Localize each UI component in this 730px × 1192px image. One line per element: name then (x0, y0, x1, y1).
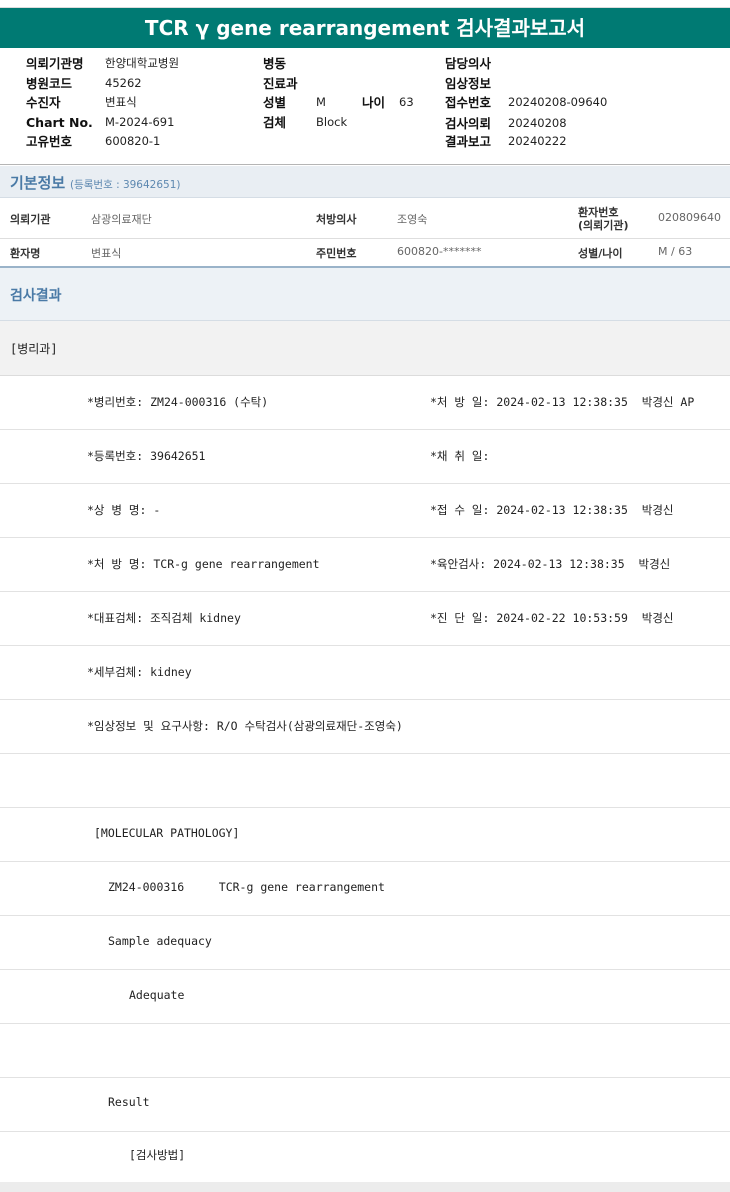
blank-line (0, 1024, 730, 1078)
result-line: *대표검체: 조직검체 kidney *진 단 일: 2024-02-22 10… (0, 592, 730, 646)
chart-no-label: Chart No. (26, 114, 93, 130)
result-line: *처 방 명: TCR-g gene rearrangement *육안검사: … (0, 538, 730, 592)
sample-adequacy-heading: Sample adequacy (108, 934, 212, 948)
patient-value: 변표식 (105, 95, 137, 109)
blank-line (0, 754, 730, 808)
report-date-label: 결과보고 (445, 134, 492, 149)
report-line: [MOLECULAR PATHOLOGY] (0, 808, 730, 862)
diagnosis-date: *진 단 일: 2024-02-22 10:53:59 박경신 (430, 611, 674, 625)
request-date-label: 검사의뢰 (445, 116, 492, 131)
requesting-org-label: 의뢰기관 (10, 213, 51, 226)
receipt-date: *접 수 일: 2024-02-13 12:38:35 박경신 (430, 503, 674, 517)
registration-line: *등록번호: 39642651 (87, 449, 206, 463)
report-line: [검사방법] (0, 1132, 730, 1182)
sample-adequacy-value: Adequate (129, 988, 185, 1002)
basic-info-title: 기본정보 (10, 174, 66, 192)
header-info: 의뢰기관명 한양대학교병원 병원코드 45262 수진자 변표식 Chart N… (0, 48, 730, 165)
prescriber-value: 조영숙 (397, 213, 428, 226)
sex-age-value: M / 63 (658, 245, 693, 258)
department-name: [병리과] (10, 342, 58, 356)
specimen-value: Block (316, 114, 348, 129)
resident-number-label: 주민번호 (316, 247, 357, 260)
report-date-value: 20240222 (508, 134, 567, 148)
representative-specimen: *대표검체: 조직검체 kidney (87, 611, 241, 625)
clinical-info-label: 임상정보 (445, 75, 492, 91)
patient-name-label: 환자명 (10, 247, 41, 260)
report-line: ZM24-000316 TCR-g gene rearrangement (0, 862, 730, 916)
top-border (0, 0, 730, 8)
pathology-number: *병리번호: ZM24-000316 (수탁) (87, 395, 269, 409)
age-value: 63 (399, 95, 414, 109)
report-line: Adequate (0, 970, 730, 1024)
chart-no-value: M-2024-691 (105, 114, 175, 129)
patient-label: 수진자 (26, 95, 61, 110)
unique-no-value: 600820-1 (105, 134, 161, 148)
doctor-label: 담당의사 (445, 56, 492, 71)
patient-number-sublabel: (의뢰기관) (578, 219, 629, 232)
hospital-name-value: 한양대학교병원 (105, 56, 180, 70)
hospital-code-label: 병원코드 (26, 75, 73, 91)
hospital-name-label: 의뢰기관명 (26, 56, 84, 71)
basic-info-row-2: 환자명 변표식 주민번호 600820-******* 성별/나이 M / 63 (0, 239, 730, 266)
hospital-code-value: 45262 (105, 75, 142, 90)
sex-value: M (316, 95, 326, 109)
sex-label: 성별 (263, 95, 287, 110)
disease-name: *상 병 명: - (87, 503, 161, 517)
result-line: *임상정보 및 요구사항: R/O 수탁검사(삼광의료재단-조영숙) (0, 700, 730, 754)
department-label: 진료과 (263, 75, 298, 91)
department-row: [병리과] (0, 321, 730, 376)
basic-info-header: 기본정보 (등록번호 : 39642651) (0, 166, 730, 198)
report-title: TCR γ gene rearrangement 검사결과보고서 (0, 8, 730, 48)
receipt-no-label: 접수번호 (445, 95, 492, 110)
report-line: Sample adequacy (0, 916, 730, 970)
receipt-no-value: 20240208-09640 (508, 95, 608, 109)
result-line: *등록번호: 39642651 *채 취 일: (0, 430, 730, 484)
bottom-strip (0, 1182, 730, 1192)
order-name: *처 방 명: TCR-g gene rearrangement (87, 557, 320, 571)
results-header: 검사결과 (0, 266, 730, 321)
sex-age-label: 성별/나이 (578, 247, 623, 260)
test-method-heading: [검사방법] (129, 1148, 186, 1162)
result-heading: Result (108, 1095, 150, 1109)
unique-no-label: 고유번호 (26, 134, 73, 149)
result-line: *병리번호: ZM24-000316 (수탁) *처 방 일: 2024-02-… (0, 376, 730, 430)
requesting-org-value: 삼광의료재단 (91, 213, 152, 226)
registration-number: (등록번호 : 39642651) (70, 179, 181, 191)
specimen-label: 검체 (263, 114, 287, 130)
collection-date: *채 취 일: (430, 449, 490, 463)
case-and-test: ZM24-000316 TCR-g gene rearrangement (108, 880, 385, 894)
clinical-request: *임상정보 및 요구사항: R/O 수탁검사(삼광의료재단-조영숙) (87, 719, 403, 733)
result-line: *상 병 명: - *접 수 일: 2024-02-13 12:38:35 박경… (0, 484, 730, 538)
results-title: 검사결과 (10, 288, 62, 304)
resident-number-value: 600820-******* (397, 245, 482, 258)
prescriber-label: 처방의사 (316, 213, 357, 226)
prescription-date: *처 방 일: 2024-02-13 12:38:35 박경신 AP (430, 395, 695, 409)
detailed-specimen: *세부검체: kidney (87, 665, 192, 679)
report-line: Result (0, 1078, 730, 1132)
ward-label: 병동 (263, 56, 287, 71)
molecular-pathology-heading: [MOLECULAR PATHOLOGY] (94, 826, 240, 840)
gross-exam-date: *육안검사: 2024-02-13 12:38:35 박경신 (430, 557, 671, 571)
patient-name-value: 변표식 (91, 247, 122, 260)
basic-info-row-1: 의뢰기관 삼광의료재단 처방의사 조영숙 환자번호 (의뢰기관) 0208096… (0, 198, 730, 239)
patient-number-value: 020809640 (658, 211, 721, 224)
result-line: *세부검체: kidney (0, 646, 730, 700)
request-date-value: 20240208 (508, 116, 567, 130)
age-label: 나이 (362, 95, 386, 110)
